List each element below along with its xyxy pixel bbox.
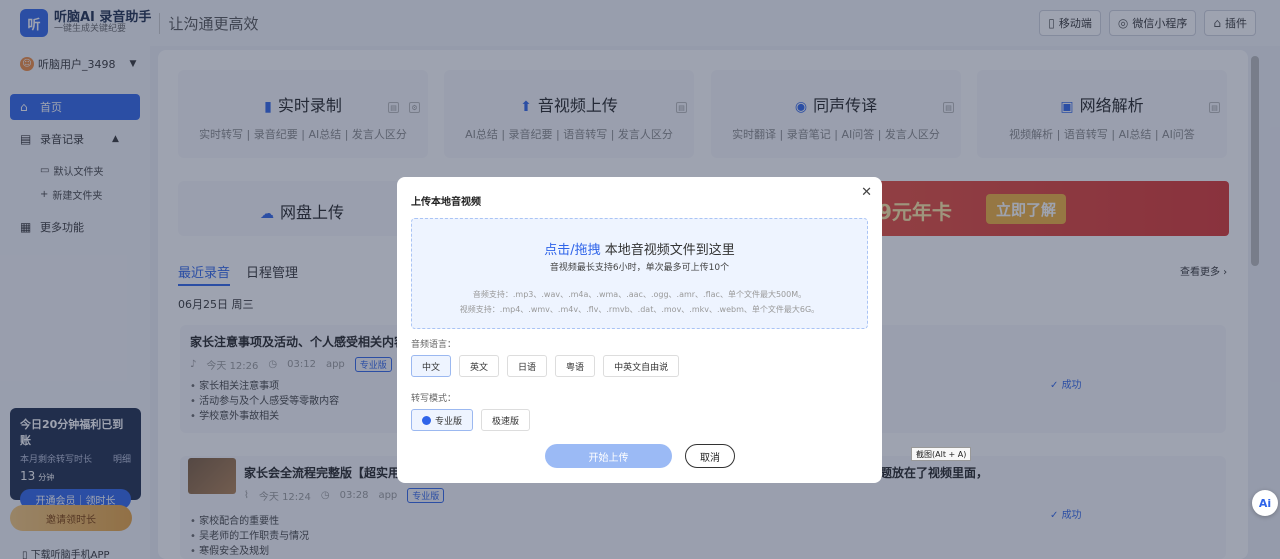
video-support: 视频支持：.mp4、.wmv、.m4v、.flv、.rmvb、.dat、.mov… (459, 305, 820, 314)
ai-assistant-button[interactable]: Ai (1252, 490, 1278, 516)
cancel-button[interactable]: 取消 (685, 444, 735, 468)
language-option-mixed[interactable]: 中英文自由说 (603, 355, 680, 377)
language-option-cantonese[interactable]: 粤语 (555, 355, 596, 377)
upload-dialog: 上传本地音视频 ✕ 点击/拖拽 本地音视频文件到这里 音视频最长支持6小时，单次… (397, 177, 882, 483)
start-upload-button[interactable]: 开始上传 (545, 444, 672, 468)
drop-highlight: 点击/拖拽 (544, 243, 601, 258)
mode-options: 专业版 极速版 (411, 409, 531, 431)
language-options: 中文 英文 日语 粤语 中英文自由说 (411, 355, 680, 377)
mode-option-pro[interactable]: 专业版 (411, 409, 474, 431)
mode-label: 转写模式： (411, 394, 457, 404)
drop-limit: 音视频最长支持6小时，单次最多可上传10个 (549, 263, 730, 273)
dialog-title: 上传本地音视频 (411, 197, 481, 208)
drop-text: 本地音视频文件到这里 (604, 243, 735, 258)
language-option-chinese[interactable]: 中文 (411, 355, 452, 377)
upload-dropzone[interactable]: 点击/拖拽 本地音视频文件到这里 音视频最长支持6小时，单次最多可上传10个 音… (411, 218, 868, 329)
close-icon[interactable]: ✕ (861, 185, 872, 200)
audio-support: 音频支持：.mp3、.wav、.m4a、.wma、.aac、.ogg、.amr、… (472, 290, 807, 299)
pro-icon (422, 415, 431, 425)
screenshot-tooltip: 截图(Alt + A) (911, 447, 972, 461)
language-label: 音频语言： (411, 340, 457, 350)
language-option-japanese[interactable]: 日语 (507, 355, 548, 377)
language-option-english[interactable]: 英文 (459, 355, 500, 377)
mode-option-fast[interactable]: 极速版 (481, 409, 531, 431)
